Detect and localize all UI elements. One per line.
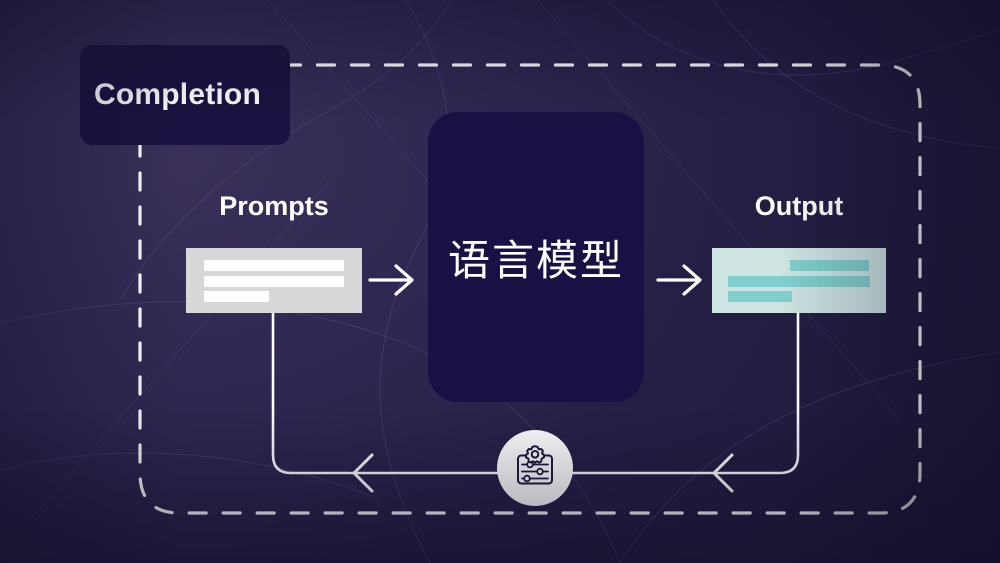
- completion-label-box: Completion: [80, 45, 290, 145]
- output-text-line-3: [727, 291, 793, 302]
- completion-label-text: Completion: [94, 78, 261, 111]
- output-text-line-2: [727, 275, 871, 287]
- gear-icon: [525, 445, 545, 464]
- arrow-right-icon-model-to-output: [656, 264, 702, 296]
- arrow-left-icon-output: [712, 453, 734, 493]
- settings-sliders-icon: [517, 445, 553, 485]
- output-text-line-1: [790, 260, 869, 271]
- language-model-label: 语言模型: [447, 236, 624, 284]
- prompts-text-line-2: [203, 275, 345, 287]
- output-card: [712, 248, 886, 313]
- language-model-box: 语言模型: [428, 112, 644, 402]
- diagram-canvas: Completion Prompts 语言模型 Output: [0, 0, 1000, 563]
- arrow-left-icon-prompts: [352, 453, 374, 493]
- output-caption: Output: [754, 191, 844, 221]
- prompts-card: [186, 248, 362, 313]
- arrow-right-icon-prompts-to-model: [368, 264, 414, 296]
- tuning-badge: [497, 430, 573, 506]
- prompts-caption: Prompts: [219, 191, 329, 221]
- prompts-text-line-1: [203, 260, 345, 271]
- prompts-text-line-3: [203, 291, 269, 302]
